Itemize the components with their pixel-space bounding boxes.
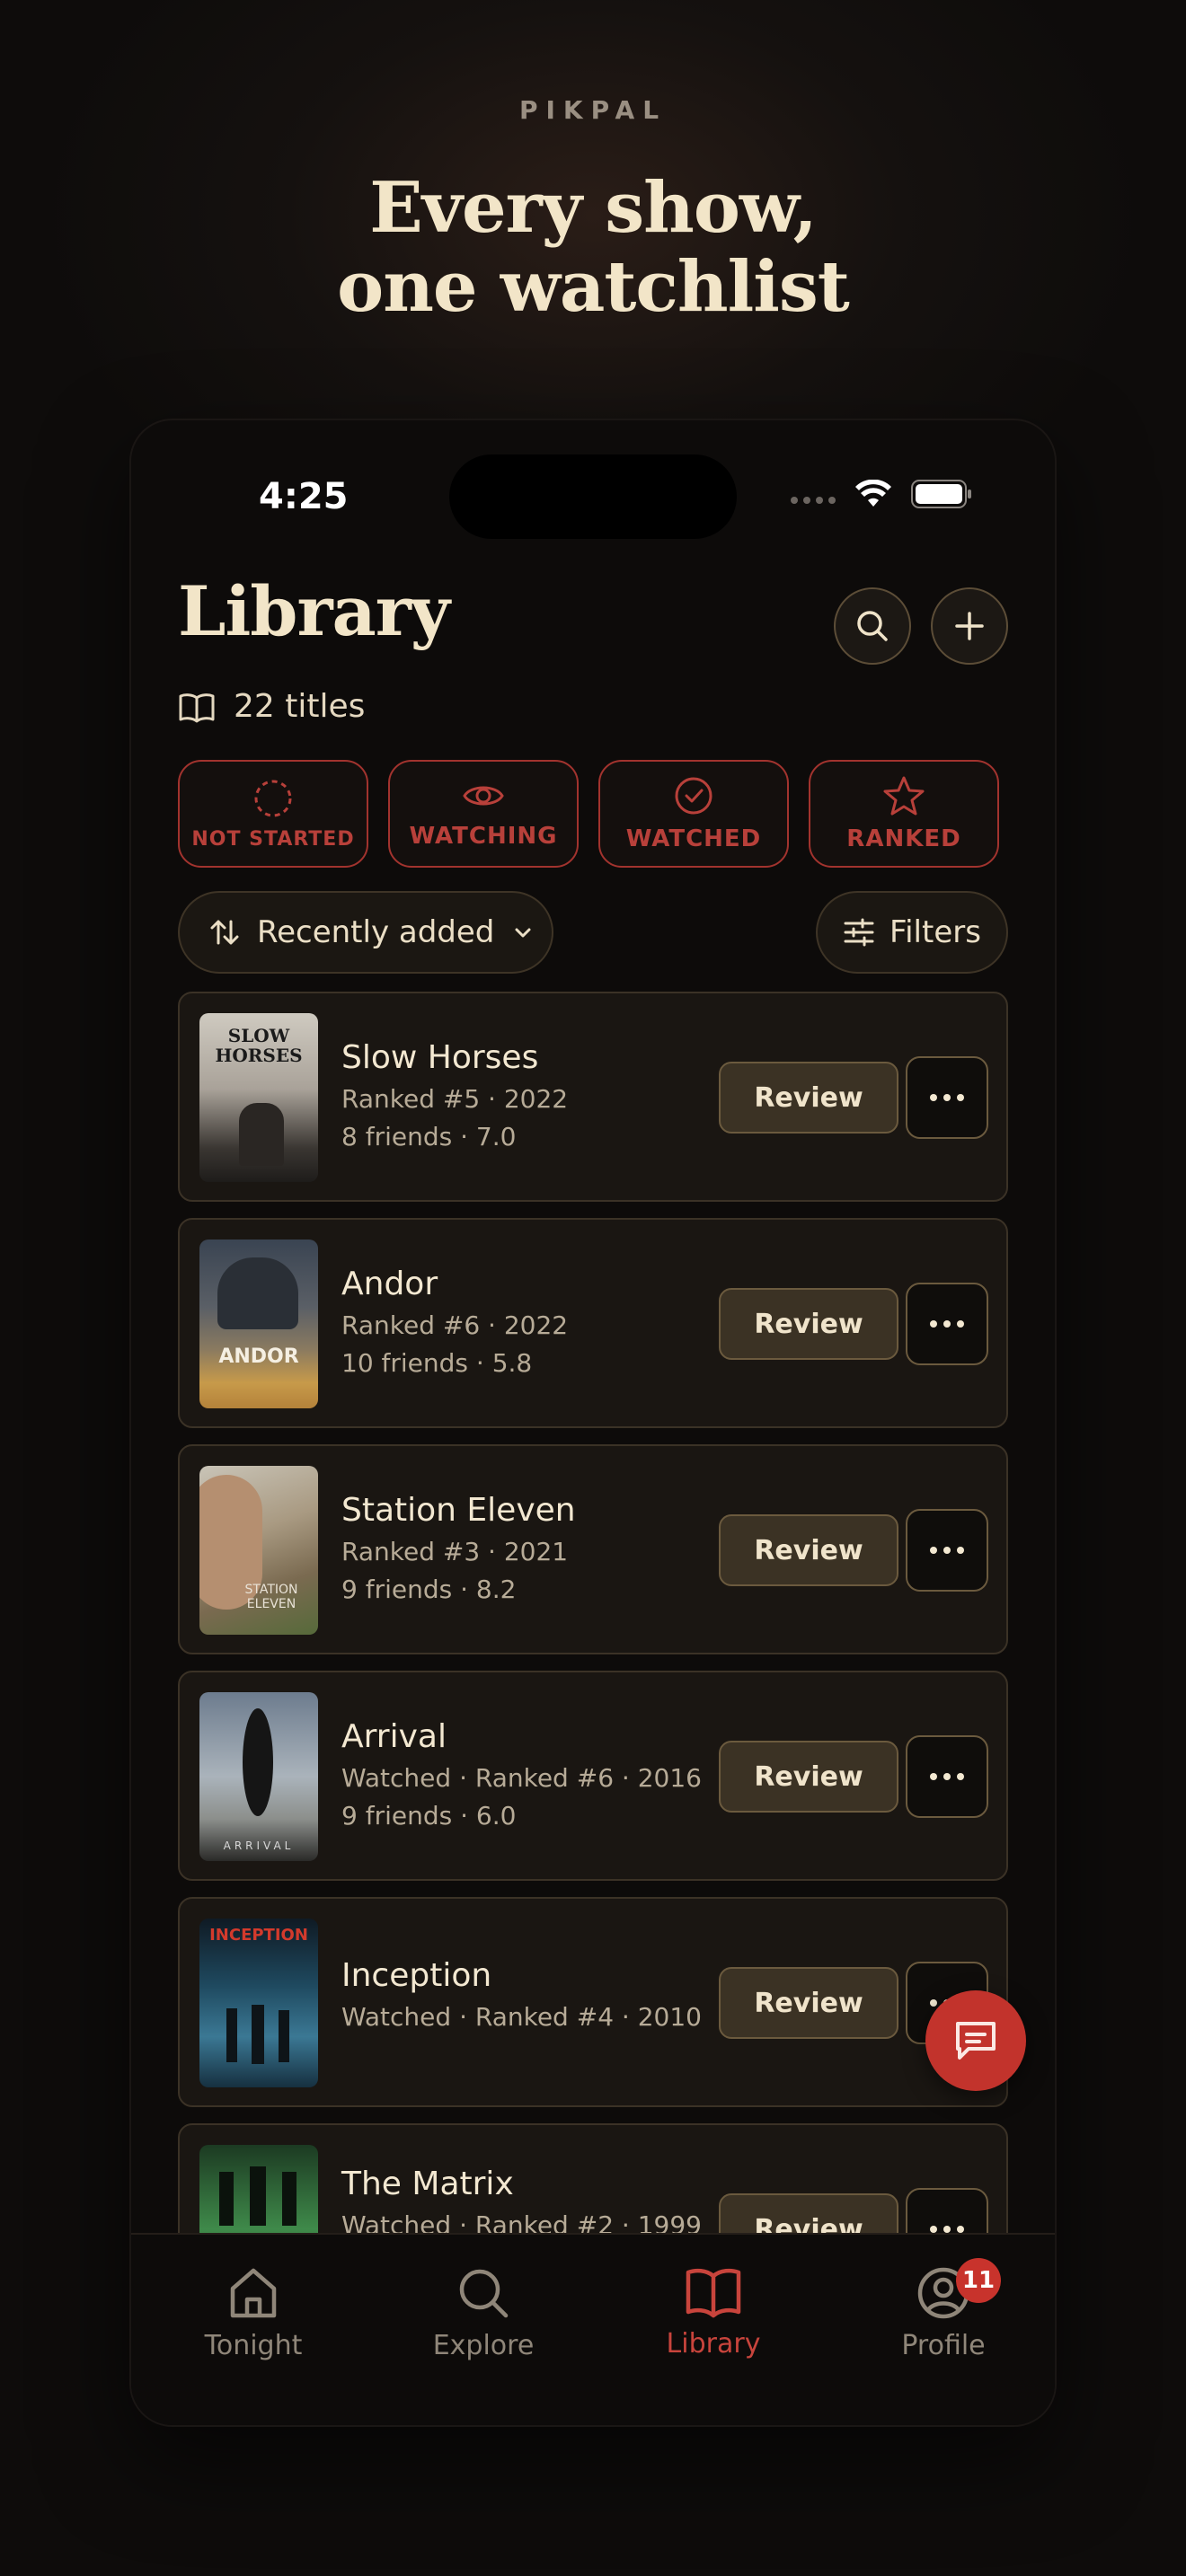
tab-library[interactable]: Library [624, 2265, 803, 2360]
item-title: Slow Horses [341, 1039, 539, 1076]
review-button[interactable]: Review [719, 1288, 898, 1360]
search-button[interactable] [834, 587, 911, 665]
chat-fab[interactable] [925, 1990, 1026, 2091]
item-info: Station Eleven Ranked #3 · 2021 9 friend… [341, 1491, 576, 1611]
headline: Every show, one watchlist [0, 169, 1186, 327]
item-title: The Matrix [341, 2166, 514, 2202]
item-info: Arrival Watched · Ranked #6 · 2016 9 fri… [341, 1717, 702, 1838]
more-icon [930, 1094, 937, 1101]
page-title: Library [178, 571, 450, 651]
item-info: Inception Watched · Ranked #4 · 2010 [341, 1956, 702, 2039]
status-indicators [791, 480, 972, 508]
tab-label: Tonight [204, 2330, 303, 2361]
chat-icon [956, 2022, 996, 2060]
tab-explore[interactable]: Explore [394, 2265, 573, 2361]
poster-image: STATION ELEVEN [199, 1466, 318, 1635]
star-icon [883, 776, 925, 816]
more-icon [930, 1999, 937, 2007]
list-item[interactable]: STATION ELEVEN Station Eleven Ranked #3 … [178, 1444, 1008, 1654]
filter-watching[interactable]: WATCHING [388, 760, 579, 868]
headline-line-1: Every show, [369, 167, 818, 249]
title-count-label: 22 titles [234, 688, 366, 725]
poster-image: ANDOR [199, 1239, 318, 1408]
title-count: 22 titles [178, 688, 365, 725]
signal-icon [791, 497, 836, 504]
review-button[interactable]: Review [719, 1062, 898, 1134]
battery-icon [911, 480, 971, 508]
tab-label: Explore [432, 2330, 535, 2361]
filters-label: Filters [890, 914, 981, 950]
item-friends: 8 friends · 7.0 [341, 1122, 517, 1151]
tab-bar: Tonight Explore Library 11 Profile [131, 2233, 1055, 2425]
home-icon [230, 2268, 277, 2318]
more-icon [930, 2226, 937, 2233]
status-filter-row: NOT STARTED WATCHING WATCHED RANKED [178, 760, 999, 868]
more-icon [930, 1773, 937, 1780]
item-meta: Watched · Ranked #6 · 2016 [341, 1763, 702, 1793]
sliders-icon [844, 918, 874, 947]
item-friends: 9 friends · 8.2 [341, 1575, 517, 1604]
poster-image: ARRIVAL [199, 1692, 318, 1861]
item-friends: 9 friends · 6.0 [341, 1801, 517, 1831]
review-button[interactable]: Review [719, 1967, 898, 2039]
filter-watched[interactable]: WATCHED [598, 760, 789, 868]
check-circle-icon [675, 777, 712, 815]
more-button[interactable] [906, 1056, 988, 1139]
list-item[interactable]: INCEPTION Inception Watched · Ranked #4 … [178, 1897, 1008, 2107]
list-item[interactable]: ANDOR Andor Ranked #6 · 2022 10 friends … [178, 1218, 1008, 1428]
search-icon [857, 611, 888, 641]
sort-label: Recently added [257, 914, 495, 950]
tab-label: Profile [901, 2330, 986, 2361]
poster-image: SLOW HORSES [199, 1013, 318, 1182]
item-info: Slow Horses Ranked #5 · 2022 8 friends ·… [341, 1038, 568, 1159]
dynamic-island [449, 454, 737, 539]
book-icon [686, 2268, 741, 2318]
wifi-icon [855, 480, 891, 507]
list-item[interactable]: SLOW HORSES Slow Horses Ranked #5 · 2022… [178, 992, 1008, 1202]
more-icon [930, 1320, 937, 1328]
more-button[interactable] [906, 1283, 988, 1365]
filter-not-started[interactable]: NOT STARTED [178, 760, 368, 868]
sort-icon [210, 920, 239, 945]
headline-line-2: one watchlist [337, 246, 850, 328]
filter-label: NOT STARTED [191, 827, 355, 851]
review-button[interactable]: Review [719, 1514, 898, 1586]
more-icon [930, 1547, 937, 1554]
status-time: 4:25 [259, 476, 349, 517]
item-info: Andor Ranked #6 · 2022 10 friends · 5.8 [341, 1265, 568, 1385]
filter-label: WATCHING [409, 823, 558, 850]
item-title: Station Eleven [341, 1492, 576, 1529]
item-title: Inception [341, 1957, 492, 1994]
filter-label: WATCHED [625, 825, 762, 852]
add-button[interactable] [931, 587, 1008, 665]
more-button[interactable] [906, 1735, 988, 1818]
item-meta: Ranked #3 · 2021 [341, 1537, 569, 1566]
notification-badge: 11 [956, 2258, 1001, 2303]
tab-profile[interactable]: 11 Profile [854, 2258, 1033, 2361]
eye-icon [463, 786, 504, 806]
filter-label: RANKED [846, 825, 961, 852]
book-icon [179, 693, 215, 722]
filter-ranked[interactable]: RANKED [809, 760, 999, 868]
review-button[interactable]: Review [719, 1741, 898, 1813]
tab-label: Library [666, 2328, 761, 2360]
dashed-circle-icon [254, 780, 292, 816]
plus-icon [955, 612, 984, 640]
item-meta: Ranked #6 · 2022 [341, 1310, 569, 1340]
item-friends: 10 friends · 5.8 [341, 1348, 533, 1378]
item-meta: Ranked #5 · 2022 [341, 1084, 569, 1114]
item-title: Andor [341, 1266, 438, 1302]
filters-button[interactable]: Filters [816, 891, 1008, 974]
more-button[interactable] [906, 1509, 988, 1592]
sort-dropdown[interactable]: Recently added [178, 891, 553, 974]
poster-image: INCEPTION [199, 1919, 318, 2087]
item-title: Arrival [341, 1718, 447, 1755]
search-icon [459, 2269, 509, 2318]
tab-tonight[interactable]: Tonight [164, 2265, 343, 2361]
brand-label: PIKPAL [518, 95, 668, 125]
chevron-down-icon [515, 928, 531, 938]
phone-frame: 4:25 Library 22 titles NOT STARTED WATCH… [131, 420, 1055, 2425]
list-item[interactable]: ARRIVAL Arrival Watched · Ranked #6 · 20… [178, 1671, 1008, 1881]
item-meta: Watched · Ranked #4 · 2010 [341, 2002, 702, 2032]
